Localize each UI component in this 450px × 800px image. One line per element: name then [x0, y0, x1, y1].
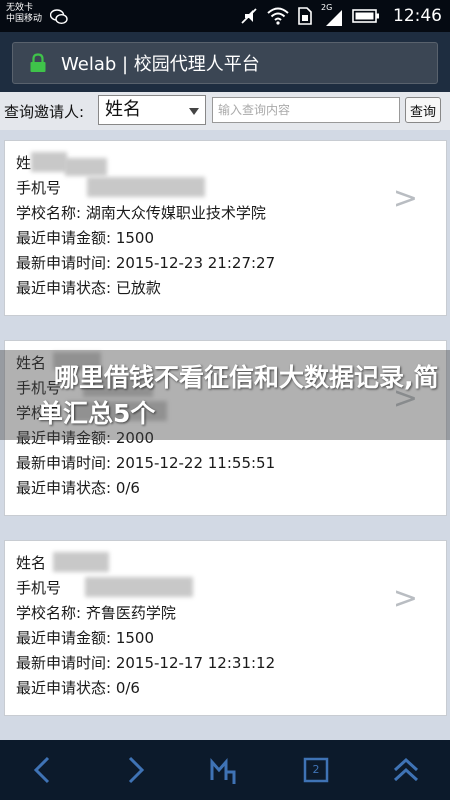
search-input[interactable]	[212, 97, 400, 123]
redacted-phone-block	[85, 577, 193, 597]
vibrate-mute-icon	[241, 8, 257, 24]
amount-field: 最近申请金额: 1500	[16, 629, 154, 647]
sim-card-icon	[298, 7, 312, 25]
carrier-line-1: 无效卡	[6, 3, 34, 13]
redacted-name-block	[53, 552, 109, 572]
lock-icon	[30, 53, 46, 72]
time-field: 最新申请时间: 2015-12-22 11:55:51	[16, 454, 276, 472]
wechat-notification-icon	[50, 9, 68, 25]
back-icon[interactable]	[28, 754, 60, 786]
search-bar: 查询邀请人: 姓名 查询	[0, 92, 450, 130]
redacted-name-block	[65, 158, 107, 176]
search-field-select-value: 姓名	[105, 99, 141, 120]
page-title: Welab | 校园代理人平台	[61, 54, 260, 75]
bottom-navigation: 2	[0, 740, 450, 800]
status-field: 最近申请状态: 0/6	[16, 479, 140, 497]
status-field: 最近申请状态: 已放款	[16, 279, 161, 297]
collapse-up-icon[interactable]	[390, 754, 422, 786]
redacted-phone-block	[87, 177, 205, 197]
menu-m-icon[interactable]	[208, 754, 240, 786]
tabs-button[interactable]: 2	[300, 754, 332, 786]
address-title-box[interactable]: Welab | 校园代理人平台	[12, 42, 438, 84]
wifi-icon	[267, 7, 289, 25]
list-item-record-3[interactable]: 姓名 手机号 学校名称: 齐鲁医药学院 最近申请金额: 1500 最新申请时间:…	[4, 540, 447, 716]
search-field-select[interactable]: 姓名	[98, 95, 206, 125]
amount-field: 最近申请金额: 1500	[16, 229, 154, 247]
overlay-caption: 哪里借钱不看征信和大数据记录,简单汇总5个	[0, 350, 450, 440]
status-bar: 无效卡 中国移动 2G 12:46	[0, 0, 450, 32]
carrier-line-2: 中国移动	[6, 14, 43, 24]
status-field: 最近申请状态: 0/6	[16, 679, 140, 697]
time-field: 最新申请时间: 2015-12-23 21:27:27	[16, 254, 276, 272]
clock: 12:46	[393, 6, 442, 26]
chevron-right-icon: >	[392, 181, 418, 216]
list-item-record-1[interactable]: 姓 手机号 学校名称: 湖南大众传媒职业技术学院 最近申请金额: 1500 最新…	[4, 140, 447, 316]
cell-signal-icon: 2G	[321, 3, 343, 27]
school-field: 学校名称: 齐鲁医药学院	[16, 604, 176, 622]
time-field: 最新申请时间: 2015-12-17 12:31:12	[16, 654, 276, 672]
chevron-down-icon	[189, 108, 199, 115]
carrier-info: 无效卡 中国移动	[6, 3, 42, 25]
tab-count: 2	[312, 763, 320, 776]
school-field: 学校名称: 湖南大众传媒职业技术学院	[16, 204, 266, 222]
title-bar: Welab | 校园代理人平台	[0, 32, 450, 92]
search-label: 查询邀请人:	[4, 103, 85, 121]
search-button[interactable]: 查询	[405, 97, 441, 123]
forward-icon[interactable]	[118, 754, 150, 786]
redacted-name-block	[31, 152, 67, 172]
chevron-right-icon: >	[392, 581, 418, 616]
battery-icon	[352, 9, 379, 23]
